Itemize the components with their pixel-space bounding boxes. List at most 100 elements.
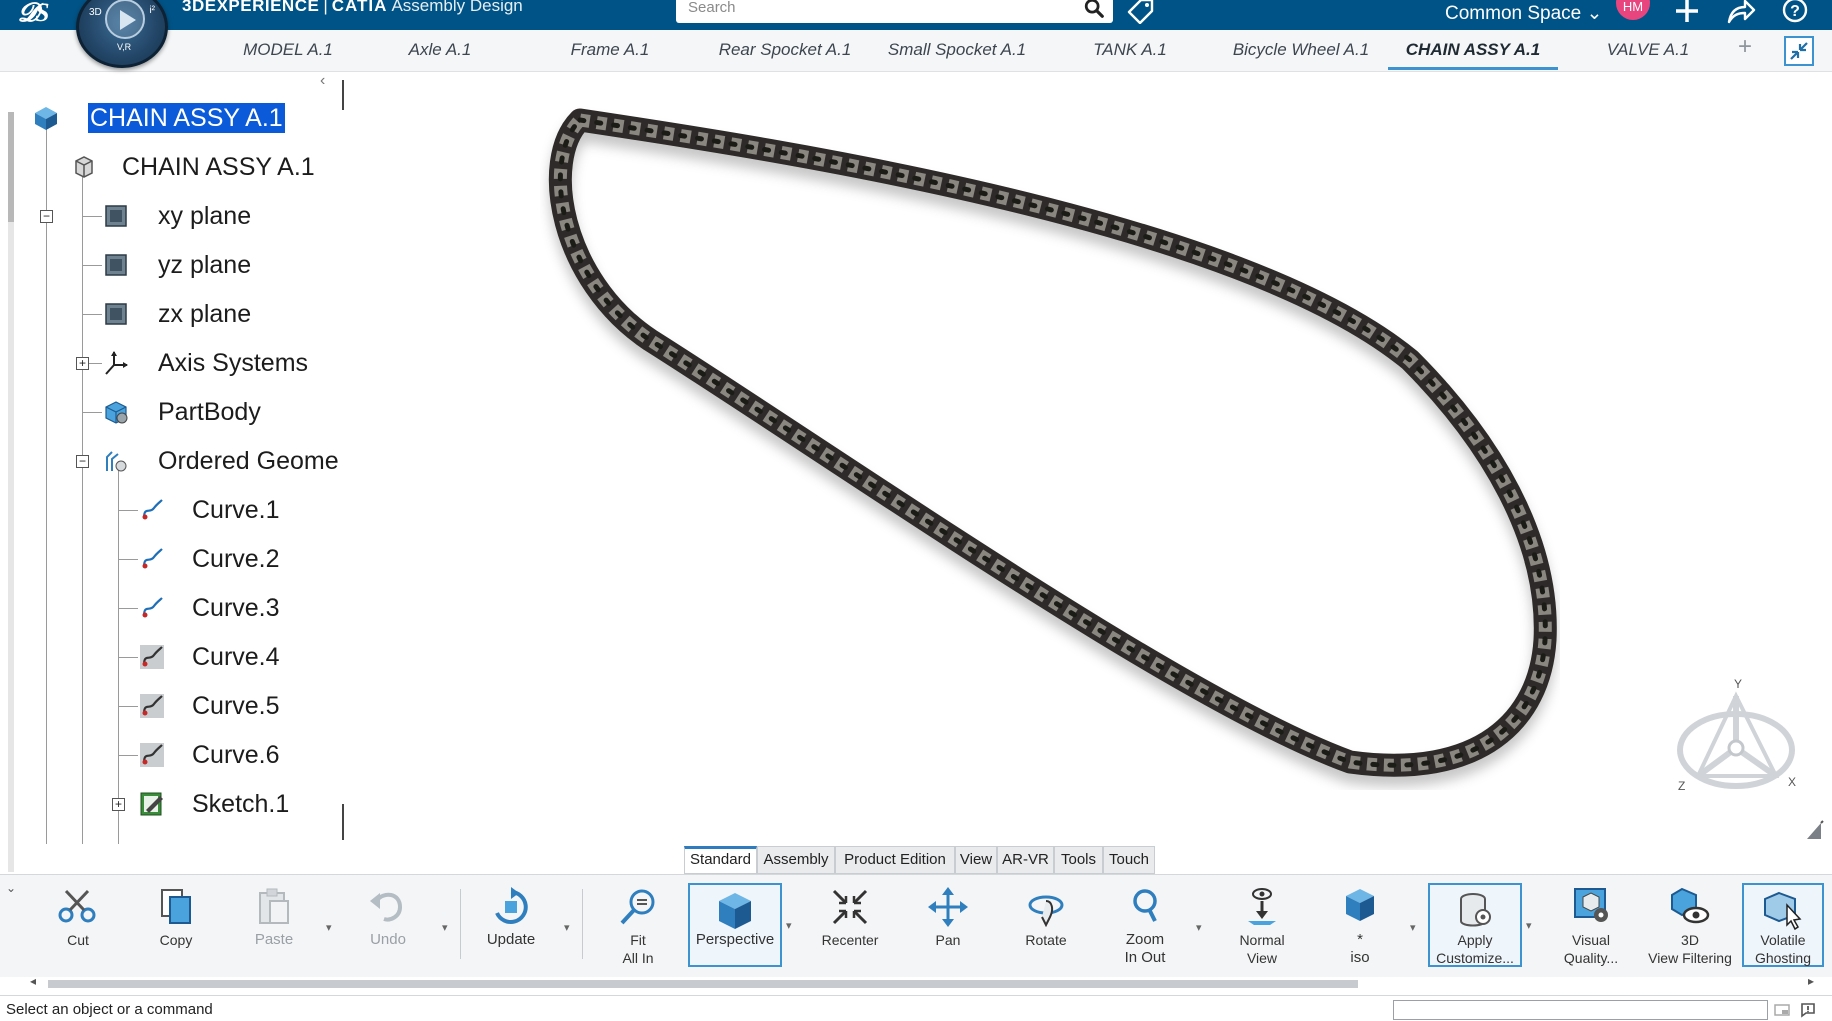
zoom-dropdown-icon[interactable]: ▾ bbox=[1196, 921, 1202, 934]
notification-icon[interactable] bbox=[1800, 1002, 1816, 1018]
update-dropdown-icon[interactable]: ▾ bbox=[564, 921, 570, 934]
normal-view-label-1: Normal bbox=[1239, 932, 1285, 948]
tree-vertical-scroll-thumb[interactable] bbox=[8, 112, 14, 222]
apply-customize-dropdown-icon[interactable]: ▾ bbox=[1526, 919, 1532, 932]
cut-button[interactable]: Cut bbox=[44, 881, 112, 969]
undo-button[interactable]: Undo bbox=[354, 881, 422, 969]
search-input[interactable] bbox=[686, 0, 1066, 18]
section-tab-ar-vr[interactable]: AR-VR bbox=[997, 846, 1054, 874]
3d-view-filtering-button[interactable]: 3D View Filtering bbox=[1640, 881, 1740, 969]
tag-icon[interactable] bbox=[1125, 0, 1155, 24]
search-icon[interactable] bbox=[1083, 0, 1105, 19]
compass-i2-label: i² bbox=[149, 5, 155, 16]
expander-axis-systems[interactable]: + bbox=[76, 357, 89, 370]
part-icon bbox=[75, 156, 93, 178]
tree-root-label: CHAIN ASSY A.1 bbox=[88, 103, 285, 133]
view-filtering-label: 3D View Filtering bbox=[1640, 931, 1740, 967]
section-tab-view[interactable]: View bbox=[955, 846, 997, 874]
section-tab-tools[interactable]: Tools bbox=[1054, 846, 1103, 874]
section-tab-assembly[interactable]: Assembly bbox=[757, 846, 835, 874]
specification-tree: ‹ CHAIN ASSY A.1 − CHAIN ASSY A.1 xy pla… bbox=[0, 72, 350, 907]
tree-root-node[interactable]: CHAIN ASSY A.1 bbox=[32, 99, 342, 139]
tree-node-partbody[interactable]: PartBody bbox=[102, 393, 342, 433]
perspective-label: Perspective bbox=[695, 931, 775, 948]
help-icon[interactable]: ? bbox=[1780, 0, 1810, 26]
collapse-action-bar-icon[interactable]: ⌄ bbox=[6, 881, 16, 895]
tree-node-yz-plane[interactable]: yz plane bbox=[102, 246, 342, 286]
tree-node-zx-plane[interactable]: zx plane bbox=[102, 295, 342, 335]
undo-icon bbox=[370, 892, 403, 922]
section-tab-product-edition[interactable]: Product Edition bbox=[835, 846, 955, 874]
tree-line bbox=[82, 216, 102, 217]
dassault-logo[interactable]: 𝓓S bbox=[18, 0, 64, 27]
tree-node-curve-4[interactable]: Curve.4 bbox=[138, 638, 338, 678]
zoom-in-out-button[interactable]: Zoom In Out bbox=[1110, 881, 1180, 969]
view-filtering-icon bbox=[1671, 887, 1710, 924]
tree-node-curve-5[interactable]: Curve.5 bbox=[138, 687, 338, 727]
pan-button[interactable]: Pan bbox=[914, 881, 982, 969]
robot-marker-icon[interactable] bbox=[1804, 818, 1824, 842]
apply-customize-button[interactable]: Apply Customize... bbox=[1428, 883, 1522, 967]
tree-node-label: Ordered Geome bbox=[158, 447, 339, 475]
tab-frame[interactable]: Frame A.1 bbox=[560, 40, 660, 70]
collapse-tree-icon[interactable]: ‹ bbox=[320, 72, 325, 90]
play-icon[interactable] bbox=[105, 0, 145, 39]
add-tab-icon[interactable]: + bbox=[1738, 33, 1752, 61]
section-tab-standard[interactable]: Standard bbox=[684, 846, 757, 874]
tab-axle[interactable]: Axle A.1 bbox=[390, 40, 490, 70]
user-avatar[interactable]: HM bbox=[1616, 0, 1650, 20]
tree-node-curve-1[interactable]: Curve.1 bbox=[138, 491, 338, 531]
copy-button[interactable]: Copy bbox=[142, 881, 210, 969]
chain-model[interactable] bbox=[540, 100, 1560, 790]
section-tab-touch[interactable]: Touch bbox=[1103, 846, 1155, 874]
expander-part[interactable]: − bbox=[40, 210, 53, 223]
plane-icon bbox=[105, 205, 127, 227]
normal-view-button[interactable]: Normal View bbox=[1228, 881, 1296, 969]
tree-node-curve-6[interactable]: Curve.6 bbox=[138, 736, 338, 776]
tree-vertical-scrollbar[interactable] bbox=[8, 112, 14, 872]
expander-sketch[interactable]: + bbox=[112, 798, 125, 811]
tab-model[interactable]: MODEL A.1 bbox=[218, 40, 358, 70]
iso-view-button[interactable]: * iso bbox=[1326, 881, 1394, 969]
paste-button[interactable]: Paste bbox=[240, 881, 308, 969]
volatile-ghosting-button[interactable]: Volatile Ghosting bbox=[1742, 883, 1824, 967]
action-bar-scrollbar[interactable] bbox=[48, 980, 1358, 988]
tab-rear-spocket[interactable]: Rear Spocket A.1 bbox=[712, 40, 858, 70]
tab-valve[interactable]: VALVE A.1 bbox=[1598, 40, 1698, 70]
tree-node-curve-3[interactable]: Curve.3 bbox=[138, 589, 338, 629]
cut-label: Cut bbox=[67, 932, 89, 948]
update-button[interactable]: Update bbox=[476, 881, 546, 969]
tree-node-curve-2[interactable]: Curve.2 bbox=[138, 540, 338, 580]
tab-chain-assy[interactable]: CHAIN ASSY A.1 bbox=[1388, 40, 1558, 70]
tree-part-node[interactable]: CHAIN ASSY A.1 bbox=[70, 148, 340, 188]
tree-node-ordered-geometrical-set[interactable]: Ordered Geome bbox=[102, 442, 342, 482]
tab-bicycle-wheel[interactable]: Bicycle Wheel A.1 bbox=[1228, 40, 1374, 70]
action-bar-scroll-left-icon[interactable]: ◂ bbox=[30, 974, 36, 988]
visual-quality-button[interactable]: Visual Quality... bbox=[1554, 881, 1628, 969]
tree-node-xy-plane[interactable]: xy plane bbox=[102, 197, 342, 237]
fit-all-in-button[interactable]: Fit All In bbox=[604, 881, 672, 969]
tree-node-label: Curve.2 bbox=[192, 545, 280, 573]
maximize-button[interactable] bbox=[1784, 36, 1814, 66]
iso-dropdown-icon[interactable]: ▾ bbox=[1410, 921, 1416, 934]
action-bar-scroll-right-icon[interactable]: ▸ bbox=[1808, 974, 1814, 988]
layout-icon[interactable] bbox=[1774, 1002, 1790, 1018]
recenter-button[interactable]: Recenter bbox=[816, 881, 884, 969]
share-icon[interactable] bbox=[1726, 0, 1756, 26]
rotate-button[interactable]: Rotate bbox=[1012, 881, 1080, 969]
expander-ordered-geometry[interactable]: − bbox=[76, 455, 89, 468]
tab-tank[interactable]: TANK A.1 bbox=[1080, 40, 1180, 70]
undo-dropdown-icon[interactable]: ▾ bbox=[442, 921, 448, 934]
view-compass-triad[interactable]: Y X Z bbox=[1668, 676, 1798, 796]
plus-icon[interactable] bbox=[1672, 0, 1702, 26]
zoom-icon bbox=[1133, 889, 1157, 922]
perspective-dropdown-icon[interactable]: ▾ bbox=[786, 919, 792, 932]
tree-node-sketch-1[interactable]: Sketch.1 bbox=[138, 785, 338, 825]
product-name: CATIA bbox=[331, 0, 388, 15]
paste-dropdown-icon[interactable]: ▾ bbox=[326, 921, 332, 934]
perspective-button[interactable]: Perspective bbox=[688, 883, 782, 967]
tab-small-spocket[interactable]: Small Spocket A.1 bbox=[884, 40, 1030, 70]
power-input-field[interactable] bbox=[1393, 1000, 1768, 1020]
collaborative-space-dropdown[interactable]: Common Space ⌄ bbox=[1445, 2, 1602, 25]
tree-node-axis-systems[interactable]: Axis Systems bbox=[102, 344, 342, 384]
